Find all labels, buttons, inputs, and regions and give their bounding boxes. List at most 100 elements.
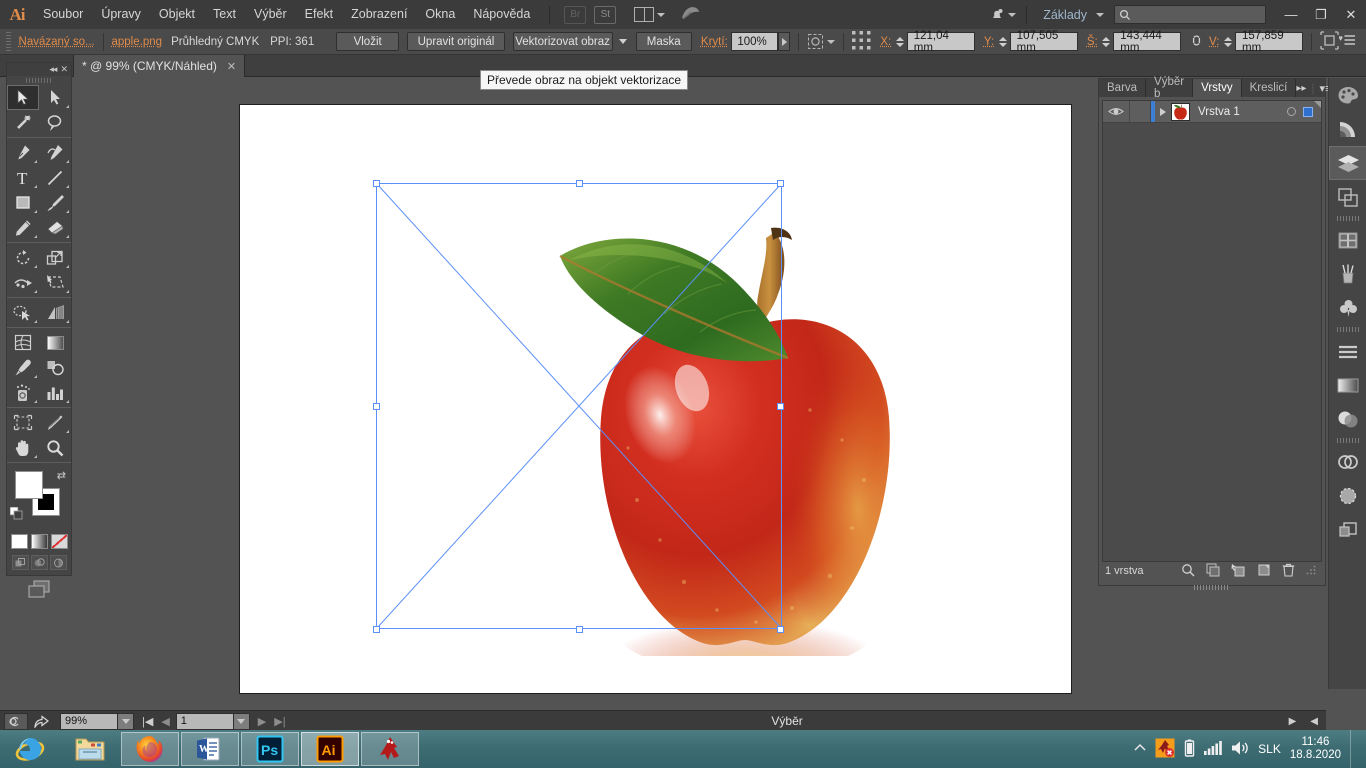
tool-eraser[interactable] <box>39 215 71 240</box>
status-menu-button[interactable]: ▶ <box>1289 716 1297 727</box>
handle-top-left[interactable] <box>373 180 380 187</box>
workspace-switcher[interactable]: Základy <box>1037 8 1104 22</box>
make-clipping-mask-button[interactable] <box>1206 563 1220 580</box>
layer-lock-toggle[interactable] <box>1129 101 1151 122</box>
recolor-artwork-button[interactable] <box>807 33 835 50</box>
menu-napoveda[interactable]: Nápověda <box>464 0 539 29</box>
dock-transparency-panel[interactable] <box>1329 402 1366 436</box>
artboard-number-dropdown[interactable] <box>234 713 250 730</box>
edit-original-button[interactable]: Upravit originál <box>407 32 506 51</box>
gradient-button[interactable] <box>31 534 48 549</box>
dock-group-grip-2[interactable] <box>1329 325 1366 334</box>
dock-graphic-styles-panel[interactable] <box>1329 513 1366 547</box>
layer-color-indicator[interactable] <box>1303 107 1313 117</box>
tool-column-graph[interactable] <box>39 380 71 405</box>
tool-perspective-grid[interactable] <box>39 300 71 325</box>
close-icon[interactable]: ✕ <box>227 60 236 73</box>
clock[interactable]: 11:46 18.8.2020 <box>1290 736 1341 762</box>
tools-panel-header[interactable]: ◂◂ ✕ <box>7 63 71 76</box>
opacity-input[interactable]: 100% <box>731 32 777 51</box>
handle-bottom-left[interactable] <box>373 626 380 633</box>
draw-normal-button[interactable] <box>12 555 29 570</box>
dock-pathfinder-panel[interactable] <box>1329 445 1366 479</box>
network-tray-icon[interactable] <box>1204 740 1222 758</box>
handle-middle-right[interactable] <box>777 403 784 410</box>
tool-gradient[interactable] <box>39 330 71 355</box>
draw-inside-button[interactable] <box>50 555 67 570</box>
tool-lasso[interactable] <box>39 110 71 135</box>
transform-panel-button[interactable] <box>1320 31 1339 53</box>
linked-file-name[interactable]: apple.png <box>112 36 163 48</box>
height-input[interactable]: 157,859 mm <box>1235 32 1303 51</box>
handle-bottom-center[interactable] <box>576 626 583 633</box>
swap-fill-stroke-button[interactable]: ⇄ <box>57 469 66 482</box>
tool-slice[interactable] <box>39 410 71 435</box>
taskbar-inkscape[interactable] <box>361 732 419 766</box>
control-bar-grip[interactable] <box>6 32 11 52</box>
layer-target-icon[interactable] <box>1287 107 1296 116</box>
minimize-button[interactable]: — <box>1276 0 1306 29</box>
tool-pencil[interactable] <box>7 215 39 240</box>
taskbar-photoshop[interactable]: Ps <box>241 732 299 766</box>
panel-resize-grip[interactable] <box>1306 564 1316 578</box>
search-adobe-stock-input[interactable] <box>1114 5 1266 24</box>
constrain-proportions-button[interactable] <box>1189 33 1204 51</box>
create-sublayer-button[interactable] <box>1231 563 1246 580</box>
language-indicator[interactable]: SLK <box>1258 742 1281 756</box>
taskbar-illustrator[interactable]: Ai <box>301 732 359 766</box>
notifications-button[interactable] <box>989 7 1016 23</box>
tools-panel-grip[interactable] <box>7 76 71 85</box>
dock-color-panel[interactable] <box>1329 78 1366 112</box>
arrange-documents-button[interactable] <box>626 7 665 22</box>
close-button[interactable]: ✕ <box>1336 0 1366 29</box>
artboard-number-input[interactable]: 1 <box>176 713 234 730</box>
taskbar-file-explorer[interactable] <box>61 732 119 766</box>
battery-tray-icon[interactable] <box>1184 739 1195 760</box>
handle-top-right[interactable] <box>777 180 784 187</box>
antivirus-tray-icon[interactable] <box>1155 738 1175 761</box>
menu-efekt[interactable]: Efekt <box>296 0 343 29</box>
reference-point-selector[interactable] <box>852 31 871 53</box>
new-layer-button[interactable] <box>1257 563 1271 580</box>
tool-selection[interactable] <box>7 85 39 110</box>
document-tab[interactable]: * @ 99% (CMYK/Náhled) ✕ <box>73 55 245 77</box>
tool-mesh[interactable] <box>7 330 39 355</box>
tool-pen[interactable] <box>7 140 39 165</box>
x-position-input[interactable]: 121,04 mm <box>907 32 975 51</box>
locate-object-button[interactable] <box>1181 563 1195 580</box>
volume-tray-icon[interactable] <box>1231 740 1249 759</box>
close-icon[interactable]: ✕ <box>60 64 68 75</box>
show-desktop-button[interactable] <box>1350 730 1358 768</box>
dock-symbols-panel[interactable] <box>1329 291 1366 325</box>
zoom-level-input[interactable]: 99% <box>60 713 118 730</box>
share-button[interactable] <box>28 715 54 728</box>
dock-swatches-panel[interactable] <box>1329 223 1366 257</box>
device-n-button[interactable] <box>4 713 28 730</box>
control-bar-menu-button[interactable] <box>1339 34 1366 50</box>
taskbar-word[interactable]: W <box>181 732 239 766</box>
mask-button[interactable]: Maska <box>636 32 692 51</box>
menu-zobrazeni[interactable]: Zobrazení <box>342 0 416 29</box>
tool-scale[interactable] <box>39 245 71 270</box>
menu-vyber[interactable]: Výběr <box>245 0 296 29</box>
zoom-level-dropdown[interactable] <box>118 713 134 730</box>
expand-panels-icon[interactable]: ▸▸ <box>1296 83 1306 94</box>
none-button[interactable] <box>51 534 68 549</box>
menu-soubor[interactable]: Soubor <box>34 0 92 29</box>
dock-appearance-panel[interactable] <box>1329 479 1366 513</box>
adobe-stock-icon[interactable]: St <box>594 6 616 24</box>
handle-top-center[interactable] <box>576 180 583 187</box>
next-artboard-button[interactable]: ▶ <box>258 715 266 728</box>
expand-layer-icon[interactable] <box>1155 108 1171 116</box>
tool-rotate[interactable] <box>7 245 39 270</box>
tab-vrstvy[interactable]: Vrstvy <box>1193 79 1242 97</box>
default-fill-stroke-button[interactable] <box>10 507 23 520</box>
layer-visibility-toggle[interactable] <box>1103 106 1129 117</box>
height-stepper[interactable] <box>1223 32 1233 51</box>
menu-okna[interactable]: Okna <box>416 0 464 29</box>
tool-width[interactable] <box>7 270 39 295</box>
dock-gradient-panel[interactable] <box>1329 368 1366 402</box>
dock-brushes-panel[interactable] <box>1329 257 1366 291</box>
dock-group-grip-3[interactable] <box>1329 436 1366 445</box>
tab-barva[interactable]: Barva <box>1099 79 1146 97</box>
